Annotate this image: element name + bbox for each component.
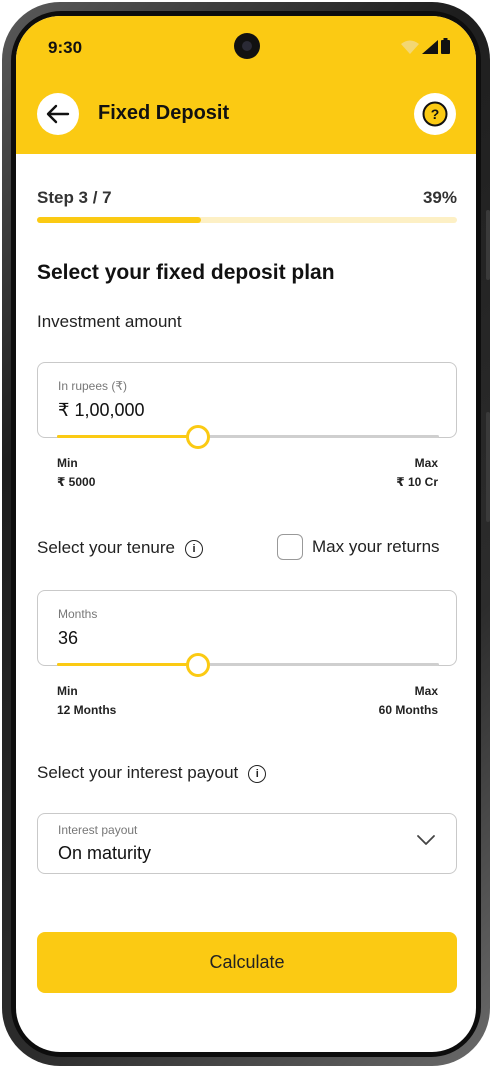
tenure-min-label: Min bbox=[57, 684, 78, 698]
volume-button bbox=[486, 210, 490, 280]
investment-min-value: ₹ 5000 bbox=[57, 475, 96, 489]
investment-amount-slider[interactable] bbox=[57, 425, 439, 449]
slider-fill bbox=[57, 663, 199, 666]
page-title: Fixed Deposit bbox=[98, 102, 230, 124]
back-arrow-icon bbox=[46, 104, 70, 124]
progress-fill bbox=[37, 217, 201, 223]
step-label: Step 3 / 7 bbox=[37, 188, 112, 207]
wifi-icon bbox=[401, 40, 419, 54]
back-button[interactable] bbox=[37, 93, 79, 135]
power-button bbox=[486, 412, 490, 522]
calculate-button[interactable]: Calculate bbox=[37, 932, 457, 993]
app-screen: 9:30 Fixed Deposit ? Step 3 / 7 39% Sele… bbox=[16, 16, 476, 1052]
app-header: 9:30 Fixed Deposit ? bbox=[16, 16, 476, 154]
interest-payout-label: Select your interest payout bbox=[37, 763, 239, 782]
help-button[interactable]: ? bbox=[414, 93, 456, 135]
investment-max-value: ₹ 10 Cr bbox=[396, 475, 438, 489]
interest-payout-value: On maturity bbox=[58, 843, 152, 863]
tenure-max-label: Max bbox=[414, 684, 438, 698]
tenure-months-value: 36 bbox=[58, 628, 79, 648]
max-returns-label[interactable]: Max your returns bbox=[312, 537, 440, 557]
battery-icon bbox=[441, 38, 450, 54]
progress-bar bbox=[37, 217, 457, 223]
info-icon[interactable]: i bbox=[248, 764, 267, 783]
tenure-months-placeholder: Months bbox=[58, 607, 98, 621]
investment-amount-label: Investment amount bbox=[37, 312, 182, 331]
tenure-slider[interactable] bbox=[57, 653, 439, 677]
status-time: 9:30 bbox=[48, 38, 83, 57]
max-returns-checkbox-row[interactable]: Max your returns bbox=[277, 534, 440, 560]
front-camera bbox=[234, 33, 260, 59]
info-icon[interactable]: i bbox=[184, 539, 203, 558]
tenure-label-row: Select your tenure i bbox=[37, 538, 203, 558]
investment-min-label: Min bbox=[57, 456, 78, 470]
interest-payout-select[interactable]: Interest payout On maturity bbox=[37, 813, 457, 874]
investment-amount-value: ₹ 1,00,000 bbox=[58, 400, 145, 420]
help-question-icon: ? bbox=[422, 101, 448, 127]
max-returns-checkbox[interactable] bbox=[277, 534, 303, 560]
interest-payout-placeholder: Interest payout bbox=[58, 823, 138, 837]
phone-frame: 9:30 Fixed Deposit ? Step 3 / 7 39% Sele… bbox=[2, 2, 490, 1066]
tenure-label: Select your tenure bbox=[37, 538, 175, 557]
investment-amount-placeholder: In rupees (₹) bbox=[58, 379, 127, 393]
step-percent: 39% bbox=[422, 188, 457, 207]
svg-text:?: ? bbox=[431, 106, 440, 122]
investment-max-label: Max bbox=[414, 456, 438, 470]
tenure-min-value: 12 Months bbox=[57, 703, 117, 717]
slider-fill bbox=[57, 435, 199, 438]
tenure-max-value: 60 Months bbox=[378, 703, 438, 717]
chevron-down-icon bbox=[417, 835, 435, 845]
signal-icon bbox=[422, 40, 438, 54]
slider-thumb[interactable] bbox=[186, 425, 211, 449]
slider-thumb[interactable] bbox=[186, 653, 211, 677]
interest-payout-label-row: Select your interest payout i bbox=[37, 763, 267, 783]
status-icons bbox=[401, 38, 450, 54]
section-title: Select your fixed deposit plan bbox=[37, 261, 335, 284]
